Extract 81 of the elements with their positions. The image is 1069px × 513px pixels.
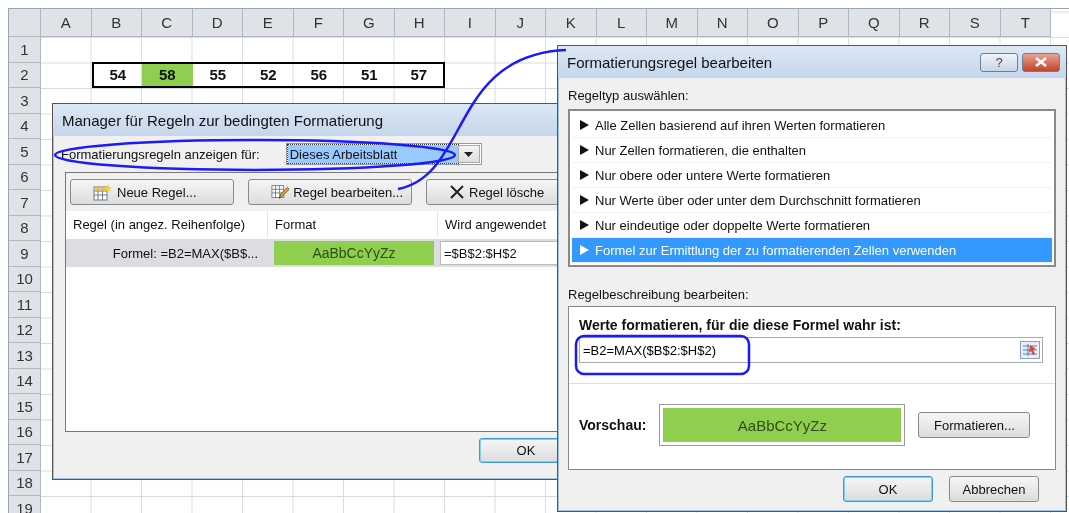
column-header[interactable]: S [950, 9, 1001, 37]
triangle-icon [580, 220, 589, 230]
delete-icon [449, 184, 465, 200]
triangle-icon [580, 245, 589, 255]
sheet-cell[interactable]: 51 [344, 61, 395, 88]
row-header[interactable]: 6 [9, 164, 41, 190]
row-header[interactable]: 4 [9, 113, 41, 139]
format-button[interactable]: Formatieren... [918, 412, 1031, 438]
column-header[interactable]: E [243, 9, 294, 37]
row-header[interactable]: 15 [9, 394, 41, 420]
row-header[interactable]: 13 [9, 343, 41, 369]
column-header[interactable]: G [344, 9, 395, 37]
row-header[interactable]: 12 [9, 317, 41, 343]
toolbar-button[interactable]: Regel bearbeiten... [248, 179, 412, 205]
triangle-icon [580, 170, 589, 180]
row-header[interactable]: 19 [9, 496, 41, 513]
column-header[interactable]: L [596, 9, 647, 37]
column-header[interactable]: D [192, 9, 243, 37]
rule-type-label: Regeltyp auswählen: [568, 88, 690, 103]
triangle-icon [580, 120, 589, 130]
dialog-title: Formatierungsregel bearbeiten [567, 53, 774, 71]
column-header[interactable]: J [495, 9, 546, 37]
dialog-button[interactable]: OK [843, 476, 933, 502]
row-header[interactable]: 17 [9, 445, 41, 471]
column-header[interactable]: P [798, 9, 849, 37]
row-header[interactable]: 5 [9, 139, 41, 165]
column-header[interactable]: N [697, 9, 748, 37]
column-header[interactable]: F [293, 9, 344, 37]
format-preview: AaBbCcYyZz [274, 241, 434, 265]
row-header[interactable]: 18 [9, 470, 41, 496]
column-header[interactable]: T [1000, 9, 1051, 37]
close-icon [1035, 57, 1047, 67]
column-header[interactable]: Q [849, 9, 900, 37]
close-button[interactable] [1022, 52, 1060, 72]
edit-rule-icon [271, 183, 290, 201]
sheet-cell[interactable]: 56 [293, 61, 344, 88]
help-button[interactable]: ? [980, 52, 1018, 72]
column-header[interactable]: C [142, 9, 193, 37]
row-header[interactable]: 7 [9, 190, 41, 216]
sheet-cell[interactable]: 58 [142, 61, 193, 88]
column-header[interactable]: A [41, 9, 92, 37]
row-header[interactable]: 16 [9, 419, 41, 445]
column-header[interactable]: K [546, 9, 597, 37]
sheet-cell[interactable]: 55 [192, 61, 243, 88]
row-header[interactable]: 9 [9, 241, 41, 267]
row-header[interactable]: 10 [9, 266, 41, 292]
triangle-icon [580, 145, 589, 155]
description-label: Regelbeschreibung bearbeiten: [568, 287, 750, 302]
column-header[interactable]: M [647, 9, 698, 37]
formula-label: Werte formatieren, für die diese Formel wahr ist: [579, 317, 902, 333]
sheet-cell[interactable]: 57 [394, 61, 445, 88]
column-header[interactable]: Format [268, 211, 438, 237]
row-header[interactable]: 1 [9, 37, 41, 63]
column-header[interactable]: Regel (in angez. Reihenfolge) [66, 211, 268, 237]
formula-input[interactable]: =B2=MAX($B$2:$H$2) [583, 342, 1020, 358]
dropdown-value: Dieses Arbeitsblatt [287, 145, 458, 163]
dialog-title: Manager für Regeln zur bedingten Formatierung [62, 111, 384, 129]
caret-icon [464, 151, 474, 157]
show-rules-label: Formatierungsregeln anzeigen für: [61, 146, 260, 162]
row-header[interactable]: 3 [9, 88, 41, 114]
row-header[interactable]: 14 [9, 368, 41, 394]
sheet-cell[interactable]: 52 [243, 61, 294, 88]
formula-field[interactable]: =B2=MAX($B$2:$H$2) [579, 337, 1043, 363]
scope-dropdown[interactable]: Dieses Arbeitsblatt [285, 143, 482, 165]
column-header[interactable]: B [91, 9, 142, 37]
row-header[interactable]: 8 [9, 215, 41, 241]
dialog-button[interactable]: Abbrechen [949, 476, 1039, 502]
dropdown-arrow-button[interactable] [457, 145, 480, 163]
triangle-icon [580, 195, 589, 205]
row-header[interactable]: 2 [9, 62, 41, 88]
new-rule-icon [93, 183, 113, 201]
toolbar-button[interactable]: Neue Regel... [70, 179, 234, 205]
column-header[interactable]: H [394, 9, 445, 37]
range-picker-icon[interactable] [1020, 341, 1040, 359]
column-header[interactable]: O [748, 9, 799, 37]
column-header[interactable]: I [445, 9, 496, 37]
format-preview: AaBbCcYyZz [659, 404, 906, 446]
row-header[interactable]: 11 [9, 292, 41, 318]
column-header[interactable]: R [899, 9, 950, 37]
preview-label: Vorschau: [579, 417, 647, 433]
rule-text: Formel: =B2=MAX($B$... [111, 244, 259, 263]
